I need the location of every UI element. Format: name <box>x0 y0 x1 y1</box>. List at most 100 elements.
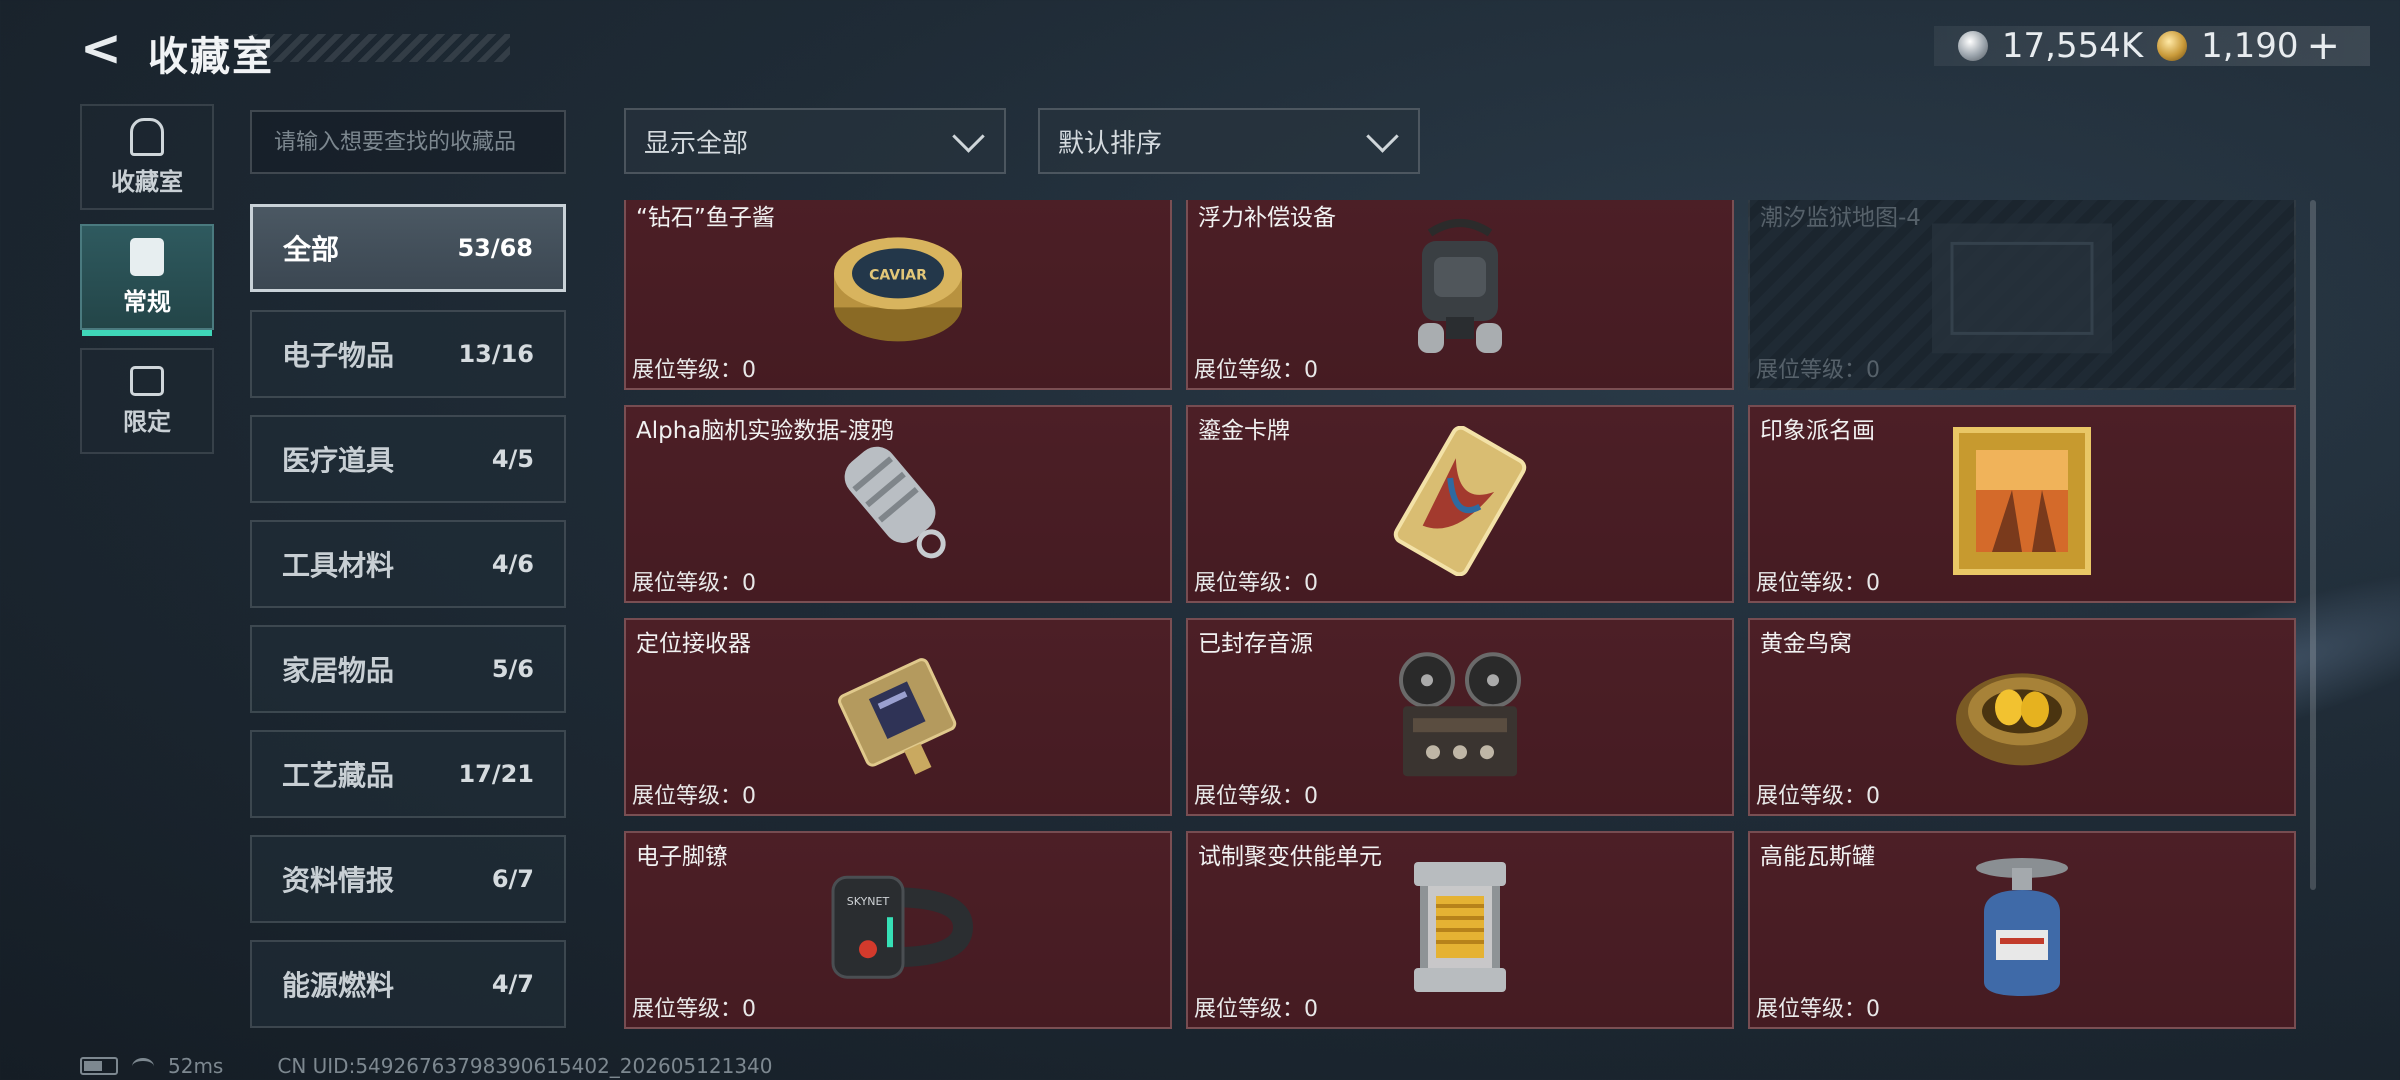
limited-collection-icon <box>130 365 164 396</box>
level-value: 0 <box>1866 571 1881 596</box>
trophy-icon <box>130 117 164 156</box>
data-capsule-icon <box>844 446 946 559</box>
level-label: 展位等级： <box>1194 571 1305 596</box>
gilded-card-icon <box>1393 426 1527 576</box>
title-decoration <box>250 34 510 62</box>
battery-icon <box>80 1057 118 1075</box>
sidenav-limited[interactable]: 限定 <box>80 348 214 454</box>
item-name: 试制聚变供能单元 <box>1198 844 1382 870</box>
level-label: 展位等级： <box>1756 571 1867 596</box>
item-level: 展位等级：0 <box>1194 778 1318 810</box>
level-value: 0 <box>742 784 757 809</box>
category-household[interactable]: 家居物品 5/6 <box>250 625 566 713</box>
item-name: “钻石”鱼子酱 <box>636 205 775 231</box>
item-name: 黄金鸟窝 <box>1760 631 1852 657</box>
item-card-buoyancy-device[interactable]: 浮力补偿设备 展位等级：0 <box>1186 200 1734 390</box>
item-level: 展位等级：0 <box>1756 778 1880 810</box>
level-value: 0 <box>1304 571 1319 596</box>
category-all[interactable]: 全部 53/68 <box>250 204 566 292</box>
tape-recorder-icon <box>1399 652 1521 777</box>
level-label: 展位等级： <box>632 358 743 383</box>
silver-coin-icon <box>1957 31 1988 61</box>
category-count: 17/21 <box>458 760 534 788</box>
sidenav-collection-room[interactable]: 收藏室 <box>80 104 214 210</box>
category-intel[interactable]: 资料情报 6/7 <box>250 835 566 923</box>
level-label: 展位等级： <box>1756 997 1867 1022</box>
category-count: 4/7 <box>491 970 534 998</box>
item-name: 印象派名画 <box>1760 418 1875 444</box>
item-name: 潮汐监狱地图-4 <box>1760 205 1921 231</box>
category-electronics[interactable]: 电子物品 13/16 <box>250 310 566 398</box>
category-count: 13/16 <box>458 340 534 368</box>
item-level: 展位等级：0 <box>1756 565 1880 597</box>
level-value: 0 <box>1304 997 1319 1022</box>
category-crafts[interactable]: 工艺藏品 17/21 <box>250 730 566 818</box>
level-label: 展位等级： <box>1194 997 1305 1022</box>
display-filter-dropdown[interactable]: 显示全部 <box>624 108 1006 174</box>
item-name: 已封存音源 <box>1198 631 1313 657</box>
item-name: 定位接收器 <box>636 631 751 657</box>
item-card-ankle-monitor[interactable]: 电子脚镣 SKYNET 展位等级：0 <box>624 831 1172 1029</box>
back-arrow-icon[interactable]: < <box>80 22 124 74</box>
display-filter-value: 显示全部 <box>644 128 749 159</box>
item-card-gilded-card[interactable]: 鎏金卡牌 展位等级：0 <box>1186 405 1734 603</box>
buoyancy-device-icon <box>1418 219 1502 353</box>
status-footer: 52ms CN UID:54926763798390615402_2026051… <box>80 1054 773 1078</box>
item-card-impressionist-painting[interactable]: 印象派名画 展位等级：0 <box>1748 405 2296 603</box>
item-card-gas-canister[interactable]: 高能瓦斯罐 展位等级：0 <box>1748 831 2296 1029</box>
category-name: 工具材料 <box>282 549 395 582</box>
category-name: 家居物品 <box>282 654 395 687</box>
map-icon <box>1932 223 2112 354</box>
category-name: 能源燃料 <box>282 969 395 1002</box>
currency-bar: 17,554K 1,190 + <box>1933 23 2370 69</box>
category-tools[interactable]: 工具材料 4/6 <box>250 520 566 608</box>
level-value: 0 <box>1304 784 1319 809</box>
item-card-tidal-prison-map[interactable]: 潮汐监狱地图-4 展位等级：0 <box>1748 200 2296 390</box>
level-value: 0 <box>1866 784 1881 809</box>
gas-canister-icon <box>1976 858 2068 996</box>
sort-value: 默认排序 <box>1058 128 1163 159</box>
category-energy[interactable]: 能源燃料 4/7 <box>250 940 566 1028</box>
item-name: 浮力补偿设备 <box>1198 205 1336 231</box>
level-value: 0 <box>1866 997 1881 1022</box>
item-card-fusion-cell[interactable]: 试制聚变供能单元 展位等级：0 <box>1186 831 1734 1029</box>
category-name: 工艺藏品 <box>282 759 395 792</box>
item-level: 展位等级：0 <box>1194 565 1318 597</box>
chevron-down-icon <box>952 119 985 153</box>
item-name: 高能瓦斯罐 <box>1760 844 1875 870</box>
general-collection-icon <box>130 237 164 276</box>
item-card-caviar[interactable]: “钻石”鱼子酱 CAVIAR 展位等级：0 <box>624 200 1172 390</box>
category-medical[interactable]: 医疗道具 4/5 <box>250 415 566 503</box>
category-count: 4/6 <box>491 550 534 578</box>
item-name: 鎏金卡牌 <box>1198 418 1290 444</box>
locator-receiver-icon <box>838 658 957 775</box>
skynet-label: SKYNET <box>847 895 890 908</box>
item-name: 电子脚镣 <box>636 844 728 870</box>
category-count: 53/68 <box>457 234 533 262</box>
collection-grid: “钻石”鱼子酱 CAVIAR 展位等级：0 浮力补偿设备 展位等级：0 潮汐监狱… <box>624 200 2296 1036</box>
fusion-cell-icon <box>1414 862 1506 992</box>
category-count: 6/7 <box>491 865 534 893</box>
category-name: 全部 <box>283 233 340 266</box>
level-value: 0 <box>742 571 757 596</box>
item-card-locator-receiver[interactable]: 定位接收器 展位等级：0 <box>624 618 1172 816</box>
sidenav-general[interactable]: 常规 <box>80 224 214 336</box>
add-currency-button[interactable]: + <box>2306 23 2340 69</box>
item-card-golden-nest[interactable]: 黄金鸟窝 展位等级：0 <box>1748 618 2296 816</box>
golden-nest-icon <box>1956 673 2088 766</box>
caviar-label: CAVIAR <box>869 267 927 283</box>
item-level: 展位等级：0 <box>632 991 756 1023</box>
level-label: 展位等级： <box>1194 358 1305 383</box>
item-card-alpha-data[interactable]: Alpha脑机实验数据-渡鸦 展位等级：0 <box>624 405 1172 603</box>
level-label: 展位等级： <box>632 784 743 809</box>
category-name: 资料情报 <box>282 864 395 897</box>
ping-value: 52ms <box>168 1054 224 1078</box>
item-level: 展位等级：0 <box>1756 352 1880 384</box>
level-value: 0 <box>742 997 757 1022</box>
item-card-sealed-audio[interactable]: 已封存音源 展位等级：0 <box>1186 618 1734 816</box>
search-input[interactable] <box>250 110 566 174</box>
grid-scrollbar[interactable] <box>2310 200 2316 890</box>
silver-balance: 17,554K <box>2001 26 2144 66</box>
level-value: 0 <box>742 358 757 383</box>
sort-dropdown[interactable]: 默认排序 <box>1038 108 1420 174</box>
